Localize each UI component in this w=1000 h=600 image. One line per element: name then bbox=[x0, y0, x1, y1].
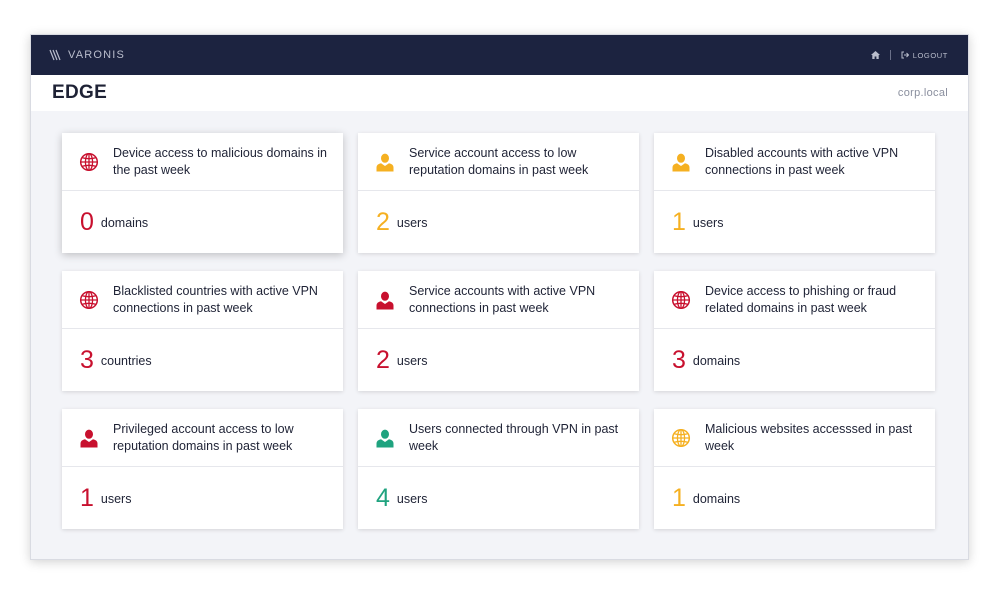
card-body: 4 users bbox=[358, 467, 639, 529]
page-title: EDGE bbox=[52, 82, 108, 103]
card-unit: users bbox=[396, 354, 428, 368]
card-title: Device access to phishing or fraud relat… bbox=[705, 283, 897, 315]
card-title: Disabled accounts with active VPN connec… bbox=[705, 145, 899, 177]
card-unit: users bbox=[100, 492, 132, 506]
card-count: 1 bbox=[672, 483, 686, 512]
card-header: Users connected through VPN in past week bbox=[358, 409, 639, 467]
varonis-logo[interactable]: VARONIS bbox=[49, 49, 125, 61]
card-header: Service accounts with active VPN connect… bbox=[358, 271, 639, 329]
card-count: 2 bbox=[376, 345, 390, 374]
card-body: 0 domains bbox=[62, 191, 343, 253]
card-body: 3 countries bbox=[62, 329, 343, 391]
card-count: 1 bbox=[80, 483, 94, 512]
brand-name: VARONIS bbox=[68, 49, 126, 61]
card-header: Disabled accounts with active VPN connec… bbox=[654, 133, 935, 191]
card-title: Blacklisted countries with active VPN co… bbox=[113, 283, 318, 315]
dashboard-card-8[interactable]: Users connected through VPN in past week… bbox=[358, 409, 639, 529]
dashboard-card-3[interactable]: Disabled accounts with active VPN connec… bbox=[654, 133, 935, 253]
card-count: 3 bbox=[672, 345, 686, 374]
card-body: 3 domains bbox=[654, 329, 935, 391]
card-title: Users connected through VPN in past week bbox=[409, 421, 619, 453]
card-body: 2 users bbox=[358, 329, 639, 391]
card-title: Malicious websites accesssed in past wee… bbox=[705, 421, 913, 453]
dashboard-grid: Device access to malicious domains in th… bbox=[62, 133, 935, 529]
card-count: 4 bbox=[376, 483, 390, 512]
dashboard-card-4[interactable]: Blacklisted countries with active VPN co… bbox=[62, 271, 343, 391]
top-actions: LOGOUT bbox=[870, 50, 948, 60]
card-body: 1 users bbox=[62, 467, 343, 529]
card-title: Device access to malicious domains in th… bbox=[113, 145, 327, 177]
user-icon bbox=[375, 290, 395, 310]
dashboard-card-7[interactable]: Privileged account access to low reputat… bbox=[62, 409, 343, 529]
card-unit: domains bbox=[692, 492, 741, 506]
user-icon bbox=[375, 428, 395, 448]
logout-icon bbox=[901, 51, 909, 59]
card-count: 3 bbox=[80, 345, 94, 374]
card-title: Service account access to low reputation… bbox=[409, 145, 589, 177]
card-count: 0 bbox=[80, 207, 94, 236]
dashboard-card-9[interactable]: Malicious websites accesssed in past wee… bbox=[654, 409, 935, 529]
home-icon[interactable] bbox=[870, 51, 880, 59]
user-icon bbox=[79, 428, 99, 448]
nav-divider bbox=[889, 50, 891, 60]
card-unit: users bbox=[692, 216, 724, 230]
dashboard-card-1[interactable]: Device access to malicious domains in th… bbox=[62, 133, 343, 253]
card-body: 1 domains bbox=[654, 467, 935, 529]
globe-icon bbox=[79, 290, 99, 310]
card-unit: domains bbox=[692, 354, 741, 368]
card-title: Privileged account access to low reputat… bbox=[113, 421, 294, 453]
globe-icon bbox=[671, 290, 691, 310]
logout-button[interactable]: LOGOUT bbox=[901, 51, 948, 60]
card-header: Privileged account access to low reputat… bbox=[62, 409, 343, 467]
card-header: Blacklisted countries with active VPN co… bbox=[62, 271, 343, 329]
dashboard-card-2[interactable]: Service account access to low reputation… bbox=[358, 133, 639, 253]
user-icon bbox=[671, 152, 691, 172]
dashboard-card-6[interactable]: Device access to phishing or fraud relat… bbox=[654, 271, 935, 391]
card-unit: domains bbox=[100, 216, 149, 230]
card-body: 2 users bbox=[358, 191, 639, 253]
logout-label: LOGOUT bbox=[912, 50, 948, 60]
globe-icon bbox=[671, 428, 691, 448]
card-count: 2 bbox=[376, 207, 390, 236]
app-window: VARONIS LOGOUT EDGE corp.local Device ac… bbox=[30, 34, 969, 560]
top-navbar: VARONIS LOGOUT bbox=[31, 35, 968, 75]
varonis-logo-mark-icon bbox=[49, 49, 61, 61]
page-header: EDGE corp.local bbox=[31, 75, 968, 111]
card-unit: users bbox=[396, 216, 428, 230]
globe-icon bbox=[79, 152, 99, 172]
dashboard-card-5[interactable]: Service accounts with active VPN connect… bbox=[358, 271, 639, 391]
card-body: 1 users bbox=[654, 191, 935, 253]
card-header: Service account access to low reputation… bbox=[358, 133, 639, 191]
card-header: Device access to phishing or fraud relat… bbox=[654, 271, 935, 329]
card-unit: users bbox=[396, 492, 428, 506]
card-unit: countries bbox=[100, 354, 152, 368]
card-count: 1 bbox=[672, 207, 686, 236]
card-header: Device access to malicious domains in th… bbox=[62, 133, 343, 191]
card-title: Service accounts with active VPN connect… bbox=[409, 283, 596, 315]
domain-label: corp.local bbox=[897, 87, 948, 99]
user-icon bbox=[375, 152, 395, 172]
card-header: Malicious websites accesssed in past wee… bbox=[654, 409, 935, 467]
